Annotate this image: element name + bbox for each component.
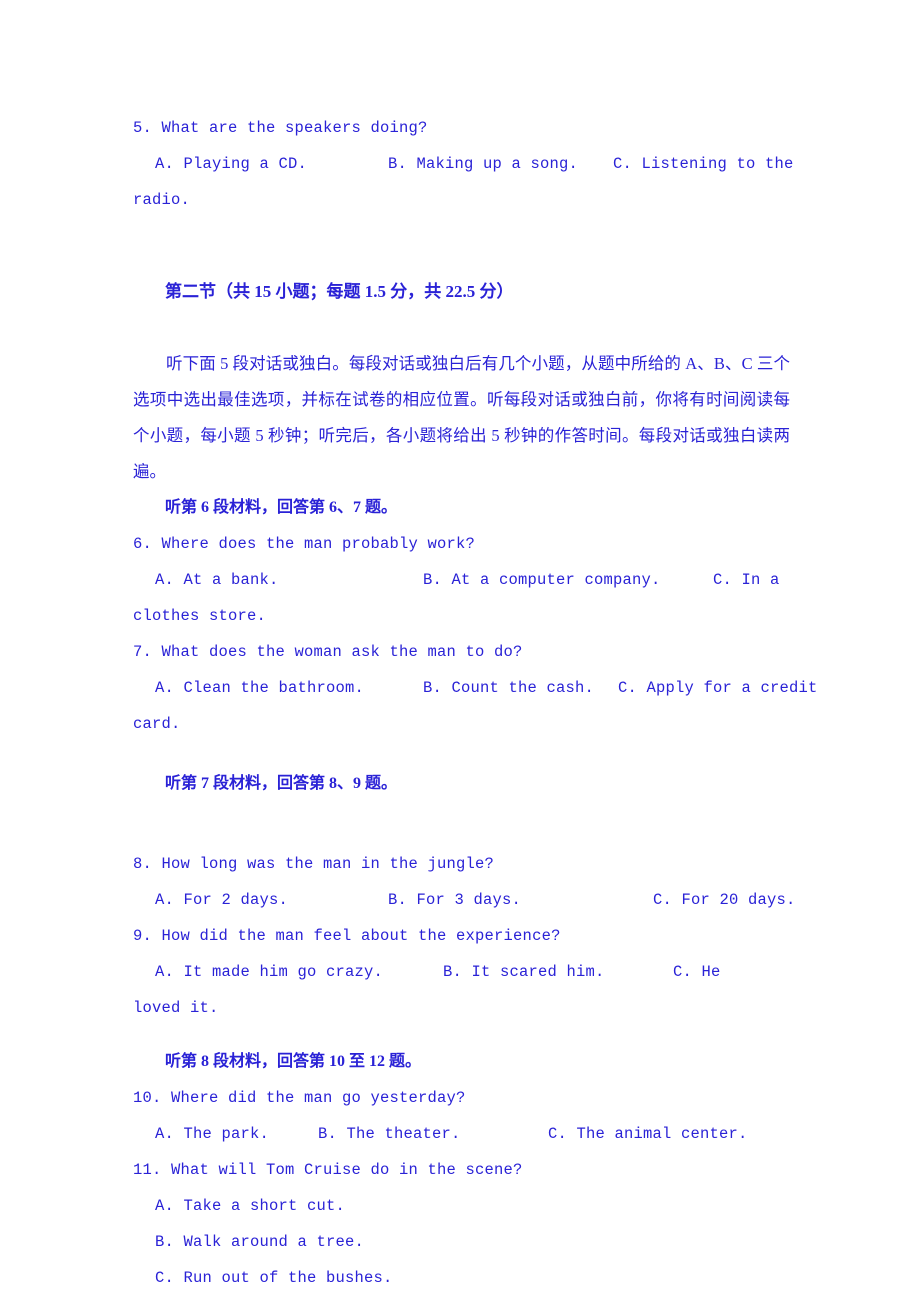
question-block-10: 10. Where did the man go yesterday? A. T… xyxy=(133,1080,790,1152)
question-block-8: 8. How long was the man in the jungle? A… xyxy=(133,846,795,918)
question-8-options: A. For 2 days. B. For 3 days. C. For 20 … xyxy=(133,882,795,918)
question-9-stem: 9. How did the man feel about the experi… xyxy=(133,927,561,945)
question-8-option-c[interactable]: C. For 20 days. xyxy=(653,882,796,918)
question-5-option-c[interactable]: C. Listening to the xyxy=(613,146,794,182)
question-block-5: 5. What are the speakers doing? A. Playi… xyxy=(133,110,793,218)
question-6-option-c-continued[interactable]: clothes store. xyxy=(133,598,790,634)
question-6-options: A. At a bank. B. At a computer company. … xyxy=(133,562,790,598)
question-11-option-b[interactable]: B. Walk around a tree. xyxy=(133,1224,790,1260)
question-11-option-c[interactable]: C. Run out of the bushes. xyxy=(133,1260,790,1296)
question-5-option-a[interactable]: A. Playing a CD. xyxy=(155,146,307,182)
material-6-heading: 听第 6 段材料，回答第 6、7 题。 xyxy=(165,499,398,516)
question-10-option-a[interactable]: A. The park. xyxy=(155,1116,269,1152)
section-2-instructions: 听下面 5 段对话或独白。每段对话或独白后有几个小题，从题中所给的 A、B、C … xyxy=(133,354,790,481)
question-9-option-c[interactable]: C. He xyxy=(673,954,721,990)
question-7-option-c[interactable]: C. Apply for a credit xyxy=(618,670,818,706)
question-9-option-a[interactable]: A. It made him go crazy. xyxy=(155,954,383,990)
question-7-option-a[interactable]: A. Clean the bathroom. xyxy=(155,670,364,706)
question-8-stem: 8. How long was the man in the jungle? xyxy=(133,855,495,873)
question-6-option-b[interactable]: B. At a computer company. xyxy=(423,562,661,598)
spacer-before-material-8 xyxy=(133,1026,790,1044)
top-margin-spacer xyxy=(133,0,790,110)
question-block-6: 6. Where does the man probably work? A. … xyxy=(133,526,790,634)
question-6-option-a[interactable]: A. At a bank. xyxy=(155,562,279,598)
question-5-option-b[interactable]: B. Making up a song. xyxy=(388,146,578,182)
question-7-options: A. Clean the bathroom. B. Count the cash… xyxy=(133,670,817,706)
question-6-stem: 6. Where does the man probably work? xyxy=(133,535,476,553)
question-5-option-c-continued[interactable]: radio. xyxy=(133,182,790,218)
question-10-options: A. The park. B. The theater. C. The anim… xyxy=(133,1116,790,1152)
question-11-option-a[interactable]: A. Take a short cut. xyxy=(133,1188,790,1224)
question-block-9: 9. How did the man feel about the experi… xyxy=(133,918,790,1026)
material-7-heading: 听第 7 段材料，回答第 8、9 题。 xyxy=(165,775,398,792)
question-9-options: A. It made him go crazy. B. It scared hi… xyxy=(133,954,790,990)
spacer-after-material-7 xyxy=(133,802,790,846)
question-7-option-c-continued[interactable]: card. xyxy=(133,706,790,742)
question-7-option-b[interactable]: B. Count the cash. xyxy=(423,670,594,706)
question-11-stem: 11. What will Tom Cruise do in the scene… xyxy=(133,1161,523,1179)
question-block-11: 11. What will Tom Cruise do in the scene… xyxy=(133,1152,790,1296)
spacer-before-material-7 xyxy=(133,742,790,766)
question-8-option-a[interactable]: A. For 2 days. xyxy=(155,882,288,918)
spacer-after-section-2-heading xyxy=(133,310,790,346)
spacer-before-section-2 xyxy=(133,218,790,274)
question-9-option-b[interactable]: B. It scared him. xyxy=(443,954,605,990)
question-6-option-c[interactable]: C. In a xyxy=(713,562,780,598)
question-7-stem: 7. What does the woman ask the man to do… xyxy=(133,643,523,661)
material-8-heading: 听第 8 段材料，回答第 10 至 12 题。 xyxy=(165,1053,422,1070)
question-10-stem: 10. Where did the man go yesterday? xyxy=(133,1089,466,1107)
question-9-option-c-continued[interactable]: loved it. xyxy=(133,990,790,1026)
section-2-heading: 第二节（共 15 小题；每题 1.5 分，共 22.5 分） xyxy=(165,282,514,301)
question-block-7: 7. What does the woman ask the man to do… xyxy=(133,634,817,742)
question-5-options: A. Playing a CD. B. Making up a song. C.… xyxy=(133,146,793,182)
question-10-option-b[interactable]: B. The theater. xyxy=(318,1116,461,1152)
question-8-option-b[interactable]: B. For 3 days. xyxy=(388,882,521,918)
exam-page: 5. What are the speakers doing? A. Playi… xyxy=(133,0,817,1296)
question-5-stem: 5. What are the speakers doing? xyxy=(133,119,428,137)
question-10-option-c[interactable]: C. The animal center. xyxy=(548,1116,748,1152)
